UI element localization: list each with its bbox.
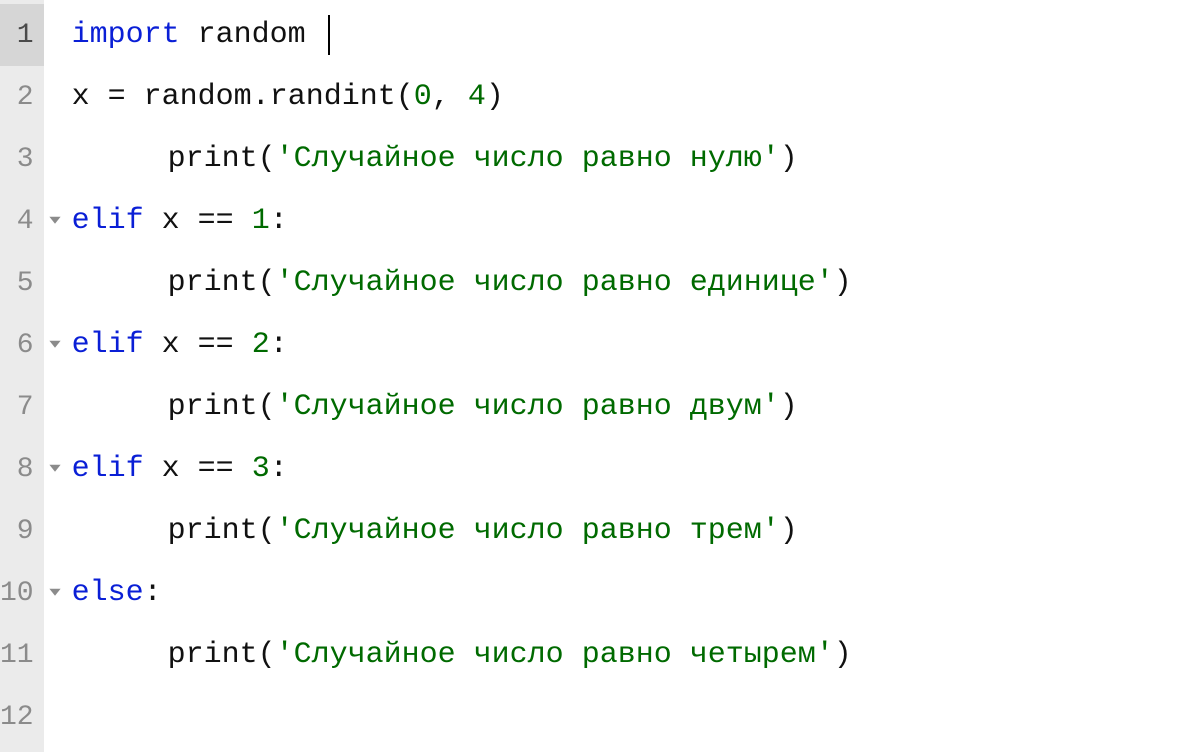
- operator: ==: [198, 452, 234, 486]
- gutter-line-4[interactable]: 4: [0, 190, 44, 252]
- text-cursor: [328, 15, 330, 55]
- punct-comma: ,: [432, 80, 450, 114]
- code-line[interactable]: elif x == 1:: [72, 190, 1200, 252]
- identifier: print: [168, 514, 258, 548]
- gutter-line-11[interactable]: 11: [0, 624, 44, 686]
- string-literal: 'Случайное число равно четырем': [276, 638, 834, 672]
- string-literal: 'Случайное число равно нулю': [276, 142, 780, 176]
- number-literal: 1: [252, 204, 270, 238]
- keyword-elif: elif: [72, 204, 144, 238]
- identifier: randint: [270, 80, 396, 114]
- code-line[interactable]: print('Случайное число равно трем'): [72, 500, 1200, 562]
- line-number: 12: [0, 702, 34, 733]
- punct-colon: :: [144, 576, 162, 610]
- code-line[interactable]: print('Случайное число равно четырем'): [72, 624, 1200, 686]
- line-number: 3: [17, 144, 34, 175]
- operator: ==: [198, 328, 234, 362]
- keyword-elif: elif: [72, 452, 144, 486]
- identifier: random: [144, 80, 252, 114]
- gutter-line-12[interactable]: 12: [0, 686, 44, 748]
- code-line[interactable]: x = random.randint(0, 4): [72, 66, 1200, 128]
- number-literal: 0: [414, 80, 432, 114]
- punct-rparen: ): [834, 638, 852, 672]
- line-number: 10: [0, 578, 34, 609]
- punct-lparen: (: [258, 638, 276, 672]
- gutter-line-5[interactable]: 5: [0, 252, 44, 314]
- number-literal: 3: [252, 452, 270, 486]
- line-number: 11: [0, 640, 34, 671]
- punct-lparen: (: [396, 80, 414, 114]
- punct-lparen: (: [258, 514, 276, 548]
- punct-rparen: ): [780, 142, 798, 176]
- code-line[interactable]: print('Случайное число равно двум'): [72, 376, 1200, 438]
- identifier: x: [162, 204, 180, 238]
- identifier: print: [168, 390, 258, 424]
- number-literal: 2: [252, 328, 270, 362]
- identifier: print: [168, 142, 258, 176]
- keyword-else: else: [72, 576, 144, 610]
- gutter-line-7[interactable]: 7: [0, 376, 44, 438]
- number-literal: 4: [468, 80, 486, 114]
- code-line[interactable]: print('Случайное число равно единице'): [72, 252, 1200, 314]
- code-line[interactable]: elif x == 2:: [72, 314, 1200, 376]
- identifier: print: [168, 266, 258, 300]
- gutter-line-10[interactable]: 10: [0, 562, 44, 624]
- punct-lparen: (: [258, 390, 276, 424]
- keyword-import: import: [72, 18, 180, 52]
- string-literal: 'Случайное число равно единице': [276, 266, 834, 300]
- line-number: 5: [17, 268, 34, 299]
- gutter-line-1[interactable]: 1: [0, 4, 44, 66]
- punct-rparen: ): [834, 266, 852, 300]
- line-number: 1: [17, 20, 34, 51]
- punct-rparen: ): [780, 514, 798, 548]
- punct-colon: :: [270, 328, 288, 362]
- code-line[interactable]: print('Случайное число равно нулю'): [72, 128, 1200, 190]
- operator: ==: [198, 204, 234, 238]
- string-literal: 'Случайное число равно трем': [276, 514, 780, 548]
- code-line[interactable]: else:: [72, 562, 1200, 624]
- code-area[interactable]: import random x = random.randint(0, 4) p…: [44, 0, 1200, 752]
- line-number: 7: [17, 392, 34, 423]
- code-line[interactable]: [72, 686, 1200, 748]
- code-line[interactable]: elif x == 3:: [72, 438, 1200, 500]
- identifier: x: [72, 80, 90, 114]
- gutter-line-9[interactable]: 9: [0, 500, 44, 562]
- line-number: 8: [17, 454, 34, 485]
- punct-colon: :: [270, 452, 288, 486]
- punct-rparen: ): [780, 390, 798, 424]
- line-number: 2: [17, 82, 34, 113]
- string-literal: 'Случайное число равно двум': [276, 390, 780, 424]
- code-editor[interactable]: 1 2 3 4 5 6 7 8: [0, 0, 1200, 752]
- gutter-line-6[interactable]: 6: [0, 314, 44, 376]
- punct-colon: :: [270, 204, 288, 238]
- line-number: 9: [17, 516, 34, 547]
- line-number: 6: [17, 330, 34, 361]
- gutter-line-2[interactable]: 2: [0, 66, 44, 128]
- code-line[interactable]: import random: [72, 4, 1200, 66]
- line-number: 4: [17, 206, 34, 237]
- operator: =: [108, 80, 126, 114]
- punct-dot: .: [252, 80, 270, 114]
- punct-rparen: ): [486, 80, 504, 114]
- identifier: x: [162, 328, 180, 362]
- line-gutter: 1 2 3 4 5 6 7 8: [0, 0, 44, 752]
- identifier: x: [162, 452, 180, 486]
- punct-lparen: (: [258, 266, 276, 300]
- keyword-elif: elif: [72, 328, 144, 362]
- identifier: random: [198, 18, 306, 52]
- gutter-line-3[interactable]: 3: [0, 128, 44, 190]
- punct-lparen: (: [258, 142, 276, 176]
- identifier: print: [168, 638, 258, 672]
- gutter-line-8[interactable]: 8: [0, 438, 44, 500]
